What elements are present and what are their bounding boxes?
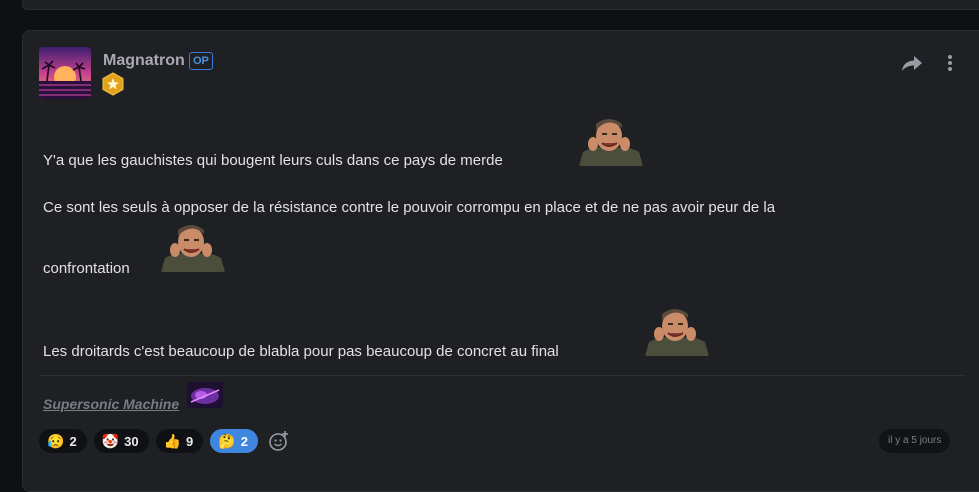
author-name[interactable]: Magnatron [103, 52, 185, 70]
laughing-man-sticker [161, 222, 225, 272]
thinking-face-icon: 🤔 [218, 433, 236, 449]
signature-link[interactable]: Supersonic Machine [43, 396, 179, 412]
thumbs-up-icon: 👍 [163, 433, 182, 449]
message-line: Y'a que les gauchistes qui bougent leurs… [43, 152, 503, 169]
op-badge: OP [189, 52, 213, 70]
gold-star-hexagon-icon [102, 72, 124, 96]
author-avatar[interactable] [39, 47, 91, 99]
laughing-man-sticker [645, 306, 709, 356]
reaction-count: 2 [240, 433, 248, 449]
post-card: Magnatron OP Y'a que les gauchistes qui … [22, 30, 979, 492]
reaction-button[interactable]: 👍 9 [155, 429, 204, 453]
message-line: confrontation [43, 260, 130, 277]
laughing-man-sticker [579, 116, 643, 166]
reaction-button[interactable]: 😥 2 [39, 429, 87, 453]
previous-post-card [22, 0, 979, 10]
post-timestamp: il y a 5 jours [879, 429, 951, 453]
signature-divider [39, 375, 965, 376]
sad-face-icon: 😥 [47, 433, 65, 449]
reactions-bar: 😥 2 🤡 30 👍 9 🤔 2 [39, 429, 290, 453]
reaction-count: 9 [186, 433, 194, 449]
vertical-dots-icon[interactable] [943, 53, 957, 73]
reaction-count: 30 [124, 433, 139, 449]
share-arrow-icon[interactable] [901, 53, 923, 73]
message-line: Les droitards c'est beaucoup de blabla p… [43, 343, 559, 360]
message-line: Ce sont les seuls à opposer de la résist… [43, 199, 776, 216]
add-emoji-icon[interactable] [268, 430, 290, 452]
clown-icon: 🤡 [101, 433, 120, 449]
signature-image [187, 382, 223, 408]
reaction-count: 2 [69, 433, 77, 449]
reaction-button[interactable]: 🤡 30 [93, 429, 149, 453]
reaction-button[interactable]: 🤔 2 [210, 429, 258, 453]
